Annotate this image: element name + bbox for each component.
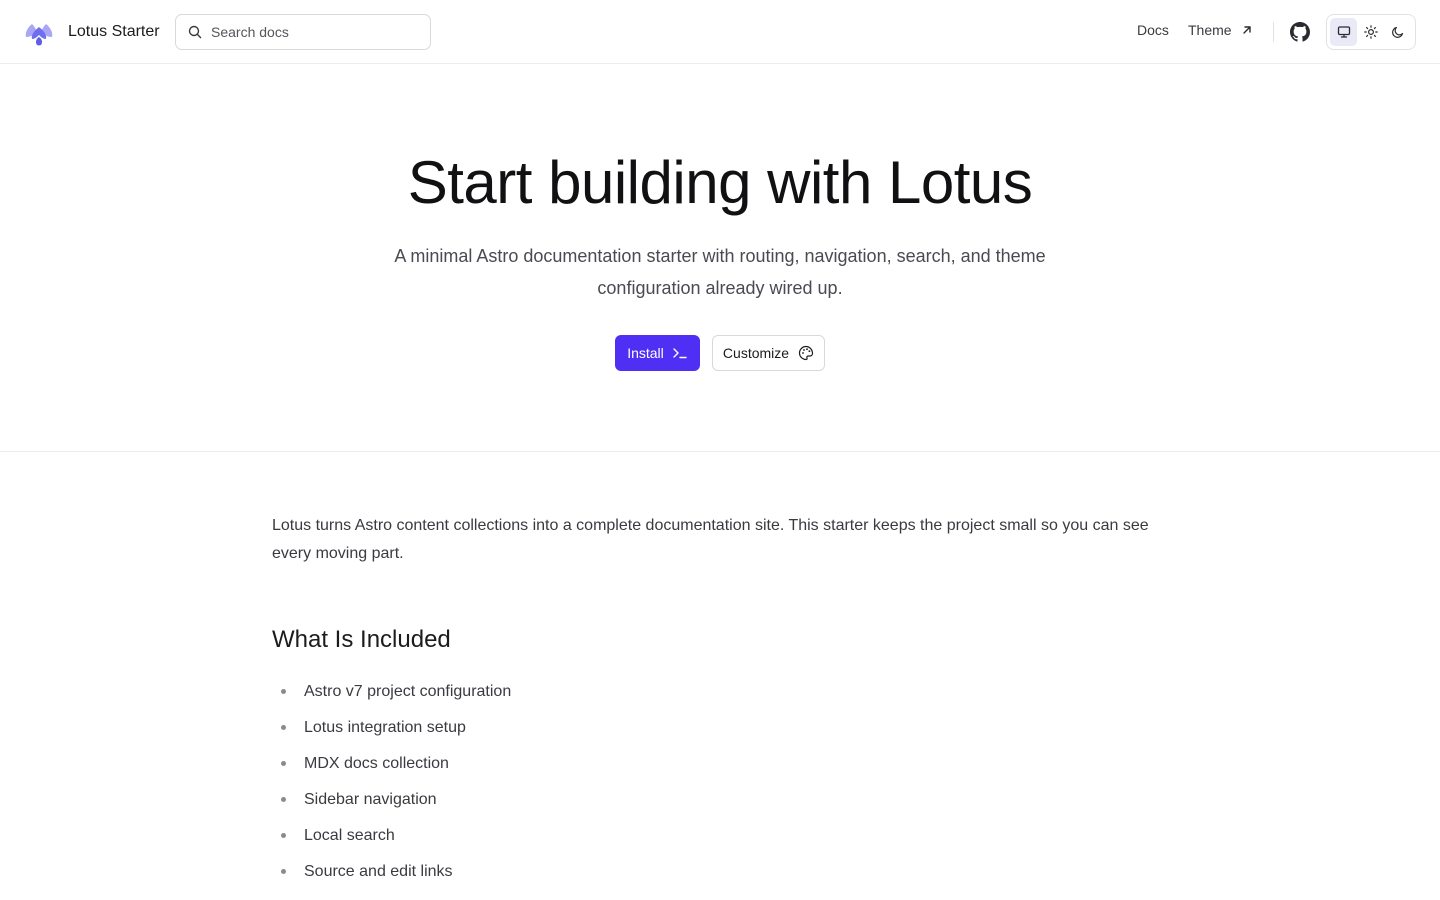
terminal-icon — [673, 348, 687, 359]
theme-light-button[interactable] — [1357, 18, 1384, 46]
list-item: Sidebar navigation — [272, 790, 1168, 810]
theme-dark-button[interactable] — [1385, 18, 1412, 46]
nav-docs-link[interactable]: Docs — [1137, 22, 1169, 38]
list-item-label: Sidebar navigation — [304, 791, 437, 808]
search-box[interactable] — [175, 14, 431, 50]
nav-theme-label: Theme — [1188, 22, 1232, 38]
site-header: Lotus Starter Docs Theme — [0, 0, 1440, 64]
list-item: Source and edit links — [272, 862, 1168, 882]
bullet-icon — [281, 869, 286, 874]
intro-paragraph: Lotus turns Astro content collections in… — [272, 517, 1149, 562]
main-content: Lotus turns Astro content collections in… — [272, 512, 1168, 898]
hero-section: Start building with Lotus A minimal Astr… — [0, 64, 1440, 452]
search-icon — [188, 25, 202, 39]
home-link[interactable]: Lotus Starter — [24, 18, 160, 46]
arrow-up-right-icon — [1242, 26, 1251, 34]
list-item: MDX docs collection — [272, 754, 1168, 774]
feature-list: Astro v7 project configuration Lotus int… — [272, 682, 1168, 882]
hero-subtitle: A minimal Astro documentation starter wi… — [394, 246, 1046, 298]
bullet-icon — [281, 689, 286, 694]
github-link[interactable] — [1290, 22, 1310, 42]
list-item: Local search — [272, 826, 1168, 846]
bullet-icon — [281, 725, 286, 730]
palette-icon — [798, 345, 814, 361]
bullet-icon — [281, 761, 286, 766]
theme-system-button[interactable] — [1330, 18, 1358, 46]
lotus-logo-icon — [25, 24, 53, 46]
list-item: Lotus integration setup — [272, 718, 1168, 738]
theme-switch — [1326, 14, 1416, 50]
moon-icon — [1392, 26, 1404, 38]
monitor-icon — [1337, 26, 1350, 38]
nav-theme-link[interactable]: Theme — [1188, 22, 1253, 38]
list-item-label: MDX docs collection — [304, 755, 449, 772]
list-item: Astro v7 project configuration — [272, 682, 1168, 702]
section-heading: What Is Included — [272, 626, 451, 653]
list-item-label: Local search — [304, 827, 395, 844]
list-item-label: Source and edit links — [304, 863, 453, 880]
bullet-icon — [281, 833, 286, 838]
list-item-label: Astro v7 project configuration — [304, 683, 512, 700]
search-input[interactable] — [211, 24, 411, 40]
header-divider — [1273, 22, 1274, 42]
list-item-label: Lotus integration setup — [304, 719, 466, 736]
install-button[interactable]: Install — [615, 335, 700, 371]
sun-icon — [1364, 25, 1378, 39]
bullet-icon — [281, 797, 286, 802]
customize-button[interactable]: Customize — [712, 335, 825, 371]
github-icon — [1290, 22, 1310, 42]
site-title: Lotus Starter — [68, 23, 160, 40]
customize-button-label: Customize — [722, 345, 790, 361]
install-button-label: Install — [627, 345, 664, 361]
hero-title: Start building with Lotus — [407, 149, 1033, 216]
